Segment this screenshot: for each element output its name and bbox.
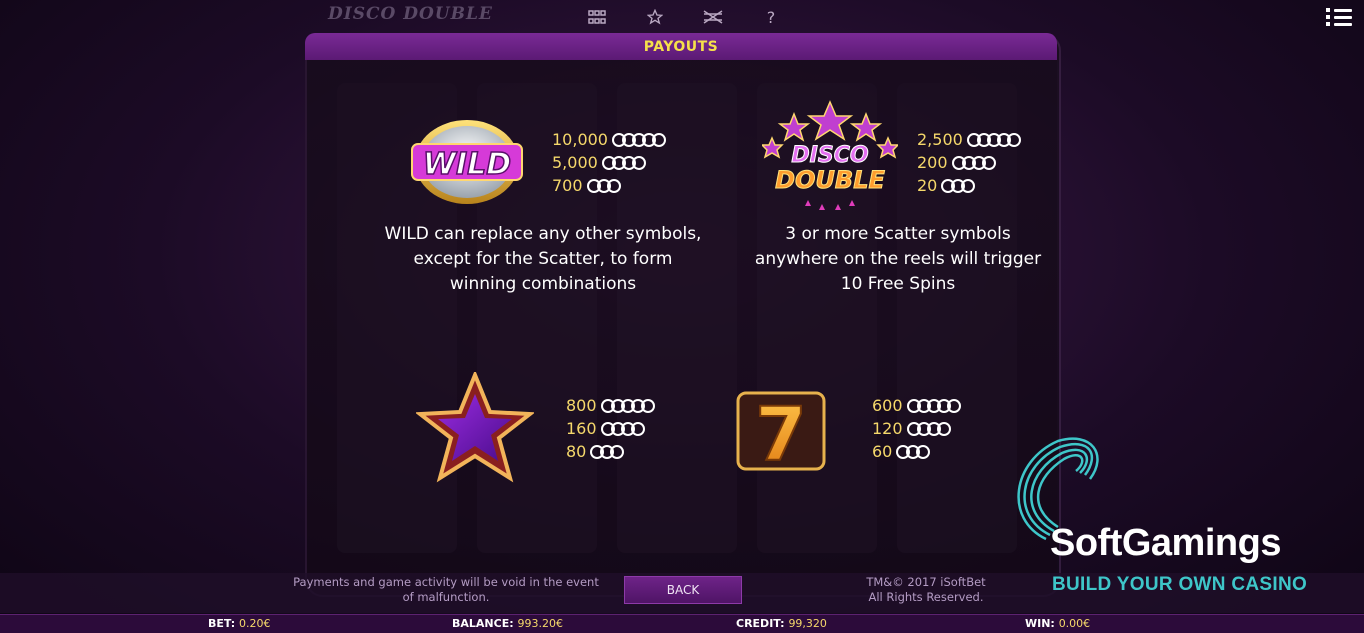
- count-circle-icon: [961, 178, 976, 193]
- star-symbol-icon: [414, 369, 536, 488]
- symbol-count-icon: [586, 178, 621, 193]
- scatter-label-top: DISCO: [791, 143, 868, 168]
- scatter-description: 3 or more Scatter symbols anywhere on th…: [754, 224, 1042, 294]
- star-payout-list: 800 160 80: [566, 394, 655, 463]
- wild-label: WILD: [423, 147, 511, 182]
- lines-icon[interactable]: [702, 6, 724, 28]
- softgamings-tagline: BUILD YOUR OWN CASINO: [1052, 574, 1308, 595]
- symbol-count-icon: [906, 421, 951, 436]
- wild-symbol-icon: WILD: [408, 118, 526, 210]
- payout-row: 2,500: [917, 128, 1021, 151]
- status-bar: BET: 0.20€ BALANCE: 993.20€ CREDIT: 99,3…: [0, 614, 1364, 633]
- seven-symbol-icon: 7: [735, 390, 827, 479]
- symbol-count-icon: [601, 155, 646, 170]
- symbol-count-icon: [590, 444, 625, 459]
- payout-row: 800: [566, 394, 655, 417]
- wild-description: WILD can replace any other symbols, exce…: [384, 224, 702, 294]
- payout-row: 600: [872, 394, 961, 417]
- bet-display: BET: 0.20€: [208, 617, 271, 630]
- count-circle-icon: [640, 398, 655, 413]
- seven-payout-list: 600 120 60: [872, 394, 961, 463]
- menu-icon[interactable]: [1326, 6, 1352, 28]
- payout-row: 700: [552, 174, 662, 197]
- wild-payout-list: 10,000 5,000 700: [552, 128, 666, 197]
- count-circle-icon: [630, 421, 645, 436]
- payout-row: 10,000: [552, 128, 666, 151]
- balance-display: BALANCE: 993.20€: [452, 617, 563, 630]
- count-circle-icon: [946, 398, 961, 413]
- count-circle-icon: [606, 178, 621, 193]
- symbol-count-icon: [906, 398, 961, 413]
- top-toolbar: ?: [586, 6, 782, 28]
- win-display: WIN: 0.00€: [1025, 617, 1091, 630]
- star-icon[interactable]: [644, 6, 666, 28]
- symbol-count-icon: [600, 398, 655, 413]
- payout-row: 60: [872, 440, 957, 463]
- count-circle-icon: [610, 444, 625, 459]
- count-circle-icon: [1006, 132, 1021, 147]
- game-logo: DISCO DOUBLE: [328, 4, 493, 24]
- payout-row: 5,000: [552, 151, 662, 174]
- back-button[interactable]: BACK: [624, 576, 742, 604]
- payout-row: 80: [566, 440, 651, 463]
- count-circle-icon: [981, 155, 996, 170]
- scatter-label-bottom: DOUBLE: [775, 166, 885, 194]
- count-circle-icon: [631, 155, 646, 170]
- seven-glyph: 7: [755, 392, 807, 472]
- grid-icon[interactable]: [586, 6, 608, 28]
- payout-row: 200: [917, 151, 1017, 174]
- copyright-text: TM&© 2017 iSoftBet All Rights Reserved.: [866, 575, 986, 604]
- symbol-count-icon: [966, 132, 1021, 147]
- symbol-count-icon: [951, 155, 996, 170]
- count-circle-icon: [916, 444, 931, 459]
- payout-row: 160: [566, 417, 651, 440]
- help-icon[interactable]: ?: [760, 6, 782, 28]
- payouts-header: PAYOUTS: [305, 33, 1057, 60]
- scatter-payout-list: 2,500 200 20: [917, 128, 1021, 197]
- symbol-count-icon: [600, 421, 645, 436]
- page-title: PAYOUTS: [643, 38, 719, 55]
- payout-row: 20: [917, 174, 1017, 197]
- scatter-symbol-icon: DISCO DOUBLE: [760, 100, 900, 222]
- symbol-count-icon: [941, 178, 976, 193]
- softgamings-name: SoftGamings: [1050, 522, 1281, 564]
- payout-row: 120: [872, 417, 957, 440]
- symbol-count-icon: [611, 132, 666, 147]
- credit-display: CREDIT: 99,320: [736, 617, 827, 630]
- symbol-count-icon: [896, 444, 931, 459]
- disclaimer-text: Payments and game activity will be void …: [293, 575, 599, 604]
- count-circle-icon: [651, 132, 666, 147]
- count-circle-icon: [936, 421, 951, 436]
